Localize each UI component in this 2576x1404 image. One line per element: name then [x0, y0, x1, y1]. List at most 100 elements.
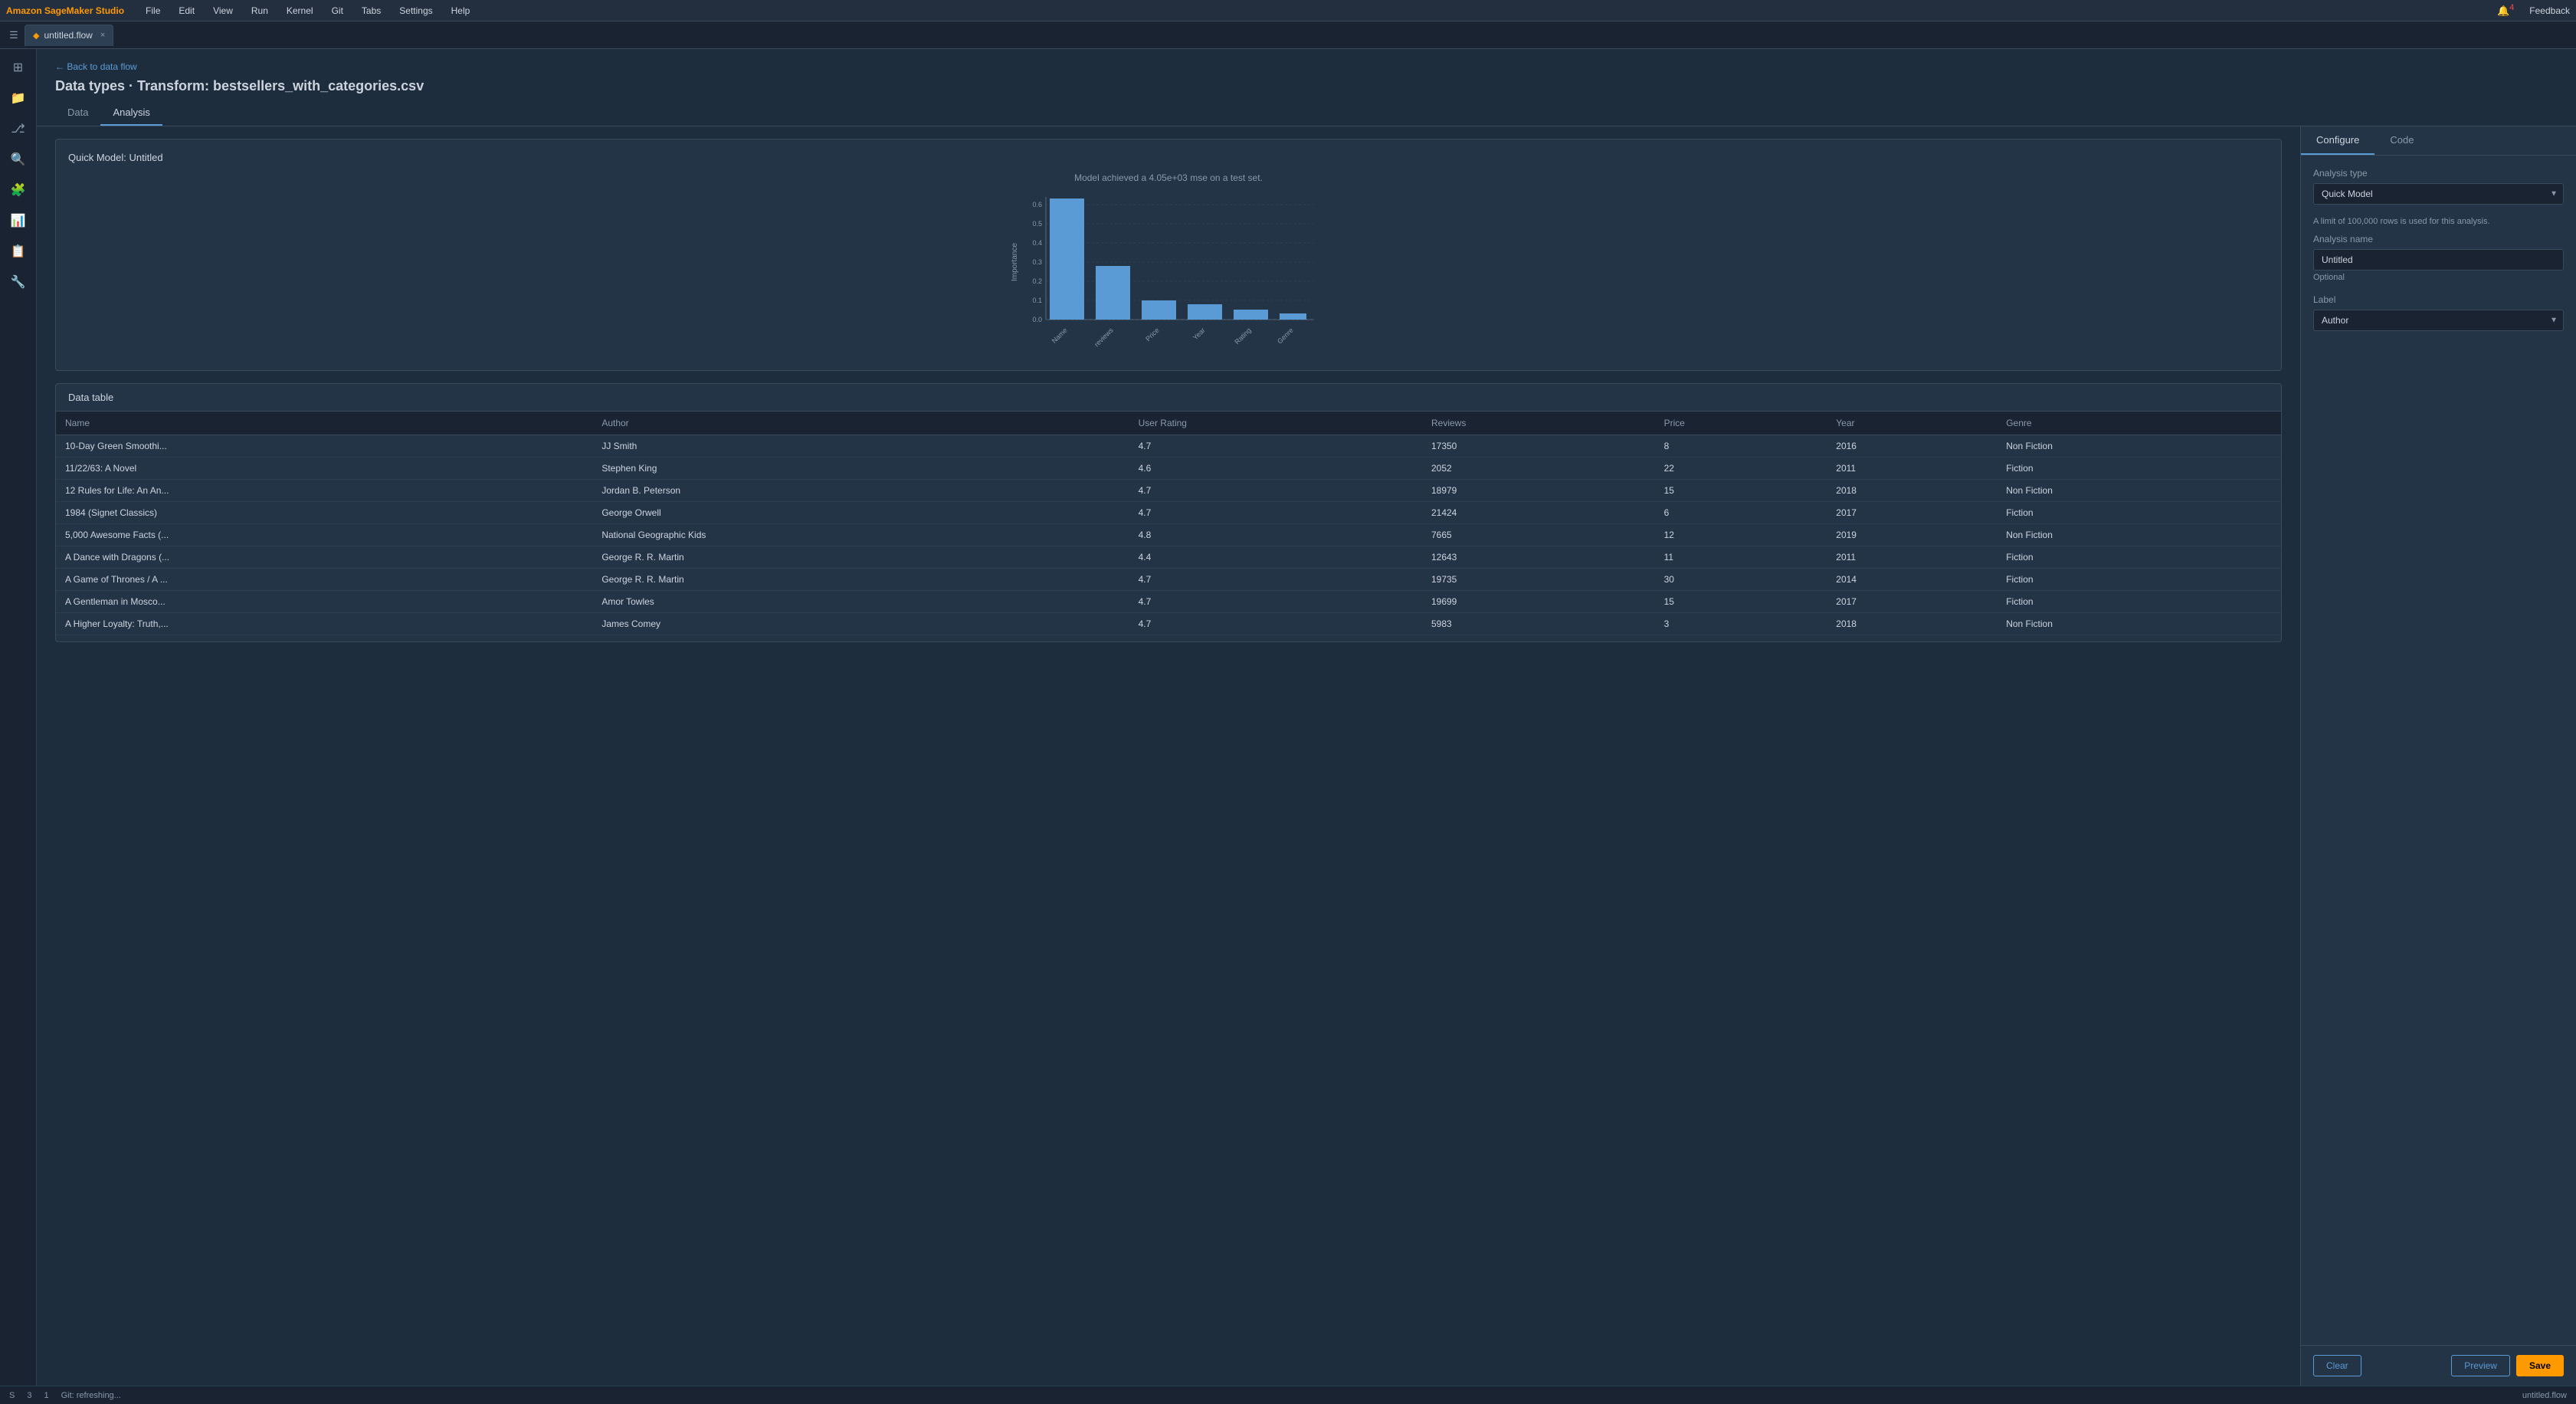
col-author: Author: [592, 412, 1129, 435]
bar-genre: [1280, 313, 1306, 320]
bar-name: [1050, 198, 1084, 320]
table-cell: 2017: [1827, 502, 1997, 524]
sidebar-icon-wrench[interactable]: 🔧: [6, 270, 31, 294]
menu-git[interactable]: Git: [329, 4, 346, 18]
table-cell: Fiction: [1997, 458, 2281, 480]
page-title: Data types · Transform: bestsellers_with…: [55, 78, 2558, 94]
table-row: A Dance with Dragons (...George R. R. Ma…: [56, 546, 2281, 569]
tab-analysis[interactable]: Analysis: [100, 100, 162, 126]
tab-close-button[interactable]: ×: [100, 31, 105, 40]
back-to-dataflow-link[interactable]: ← Back to data flow: [55, 61, 2558, 72]
table-cell: 7665: [1422, 524, 1655, 546]
sidebar-icon-graph[interactable]: 📊: [6, 208, 31, 233]
analysis-name-input[interactable]: [2313, 249, 2564, 271]
right-panel-body: Analysis type Quick ModelTarget LeakageM…: [2301, 156, 2576, 1345]
table-row: 1984 (Signet Classics)George Orwell4.721…: [56, 502, 2281, 524]
right-tab-configure[interactable]: Configure: [2301, 126, 2374, 155]
menu-view[interactable]: View: [210, 4, 236, 18]
sidebar-icon-files[interactable]: 📁: [6, 86, 31, 110]
table-cell: Fiction: [1997, 635, 2281, 642]
sidebar-icon-home[interactable]: ⊞: [6, 55, 31, 80]
chart-container: Importance 0.0 0.1 0.2 0.3 0.4 0.5 0.6: [68, 189, 2269, 358]
menu-kernel[interactable]: Kernel: [283, 4, 316, 18]
data-table-scroll[interactable]: Name Author User Rating Reviews Price Ye…: [56, 412, 2281, 641]
table-row: A Man Called Ove: A No...Fredrik Backman…: [56, 635, 2281, 642]
table-cell: Non Fiction: [1997, 613, 2281, 635]
svg-text:reviews: reviews: [1093, 326, 1115, 348]
menu-help[interactable]: Help: [448, 4, 474, 18]
menu-edit[interactable]: Edit: [175, 4, 198, 18]
menu-file[interactable]: File: [143, 4, 163, 18]
status-number: 3: [27, 1391, 31, 1400]
sidebar-icon-extensions[interactable]: 🧩: [6, 178, 31, 202]
table-cell: 4.6: [1129, 635, 1422, 642]
save-button[interactable]: Save: [2516, 1355, 2564, 1376]
chart-subtitle: Model achieved a 4.05e+03 mse on a test …: [68, 172, 2269, 183]
table-cell: Stephen King: [592, 458, 1129, 480]
table-cell: 30: [1655, 569, 1827, 591]
clear-button[interactable]: Clear: [2313, 1355, 2361, 1376]
table-cell: 4.7: [1129, 480, 1422, 502]
table-cell: 2011: [1827, 458, 1997, 480]
table-cell: 8: [1655, 435, 1827, 458]
label-group: Label AuthorNameUser RatingReviewsPriceY…: [2313, 294, 2564, 331]
bar-rating: [1234, 310, 1268, 320]
table-cell: 19699: [1422, 591, 1655, 613]
table-cell: Fredrik Backman: [592, 635, 1129, 642]
menu-settings[interactable]: Settings: [396, 4, 435, 18]
table-cell: 2017: [1827, 591, 1997, 613]
sidebar-icon-catalog[interactable]: 📋: [6, 239, 31, 264]
git-status: Git: refreshing...: [61, 1391, 121, 1400]
table-cell: 2052: [1422, 458, 1655, 480]
table-cell: 2018: [1827, 613, 1997, 635]
sidebar-toggle-button[interactable]: ☰: [3, 25, 25, 46]
menu-run[interactable]: Run: [248, 4, 271, 18]
label-select-wrapper: AuthorNameUser RatingReviewsPriceYearGen…: [2313, 310, 2564, 331]
table-cell: 4.6: [1129, 458, 1422, 480]
flow-icon: ◆: [33, 31, 39, 41]
table-row: A Gentleman in Mosco...Amor Towles4.7196…: [56, 591, 2281, 613]
tab-data[interactable]: Data: [55, 100, 100, 126]
table-cell: Fiction: [1997, 546, 2281, 569]
table-cell: 4.4: [1129, 546, 1422, 569]
table-cell: 11: [1655, 546, 1827, 569]
menu-tabs[interactable]: Tabs: [359, 4, 384, 18]
table-cell: A Game of Thrones / A ...: [56, 569, 592, 591]
right-tab-code[interactable]: Code: [2374, 126, 2429, 155]
notification-bell-icon[interactable]: 🔔4: [2497, 3, 2514, 17]
bar-reviews: [1096, 266, 1130, 320]
data-table-title: Data table: [56, 384, 2281, 412]
analysis-name-group: Analysis name Optional: [2313, 234, 2564, 282]
col-price: Price: [1655, 412, 1827, 435]
label-select[interactable]: AuthorNameUser RatingReviewsPriceYearGen…: [2313, 310, 2564, 331]
table-cell: 2018: [1827, 480, 1997, 502]
svg-text:0.5: 0.5: [1032, 220, 1042, 228]
main-layout: ⊞ 📁 ⎇ 🔍 🧩 📊 📋 🔧 ← Back to data flow Data…: [0, 49, 2576, 1386]
svg-text:Price: Price: [1144, 326, 1161, 343]
feedback-link[interactable]: Feedback: [2529, 5, 2570, 16]
table-row: 10-Day Green Smoothi...JJ Smith4.7173508…: [56, 435, 2281, 458]
analysis-type-select[interactable]: Quick ModelTarget LeakageMulticollineari…: [2313, 183, 2564, 205]
data-table-section: Data table Name Author User Rating Revie…: [55, 383, 2282, 642]
tab-untitled-flow[interactable]: ◆ untitled.flow ×: [25, 25, 113, 46]
sidebar-icon-git[interactable]: ⎇: [6, 116, 31, 141]
col-user-rating: User Rating: [1129, 412, 1422, 435]
table-cell: 4.7: [1129, 569, 1422, 591]
sidebar-icon-search[interactable]: 🔍: [6, 147, 31, 172]
table-cell: Fiction: [1997, 502, 2281, 524]
table-cell: Fiction: [1997, 591, 2281, 613]
svg-text:Rating: Rating: [1233, 326, 1252, 346]
page-header: ← Back to data flow Data types · Transfo…: [37, 49, 2576, 100]
label-label: Label: [2313, 294, 2564, 305]
status-bar: S 3 1 Git: refreshing... untitled.flow: [0, 1386, 2576, 1404]
table-cell: Non Fiction: [1997, 524, 2281, 546]
app-name: Amazon SageMaker Studio: [6, 5, 124, 16]
table-cell: James Comey: [592, 613, 1129, 635]
svg-text:Importance: Importance: [1011, 243, 1019, 281]
table-row: 12 Rules for Life: An An...Jordan B. Pet…: [56, 480, 2281, 502]
col-genre: Genre: [1997, 412, 2281, 435]
svg-text:0.0: 0.0: [1032, 316, 1042, 323]
tab-label: untitled.flow: [44, 30, 92, 41]
preview-button[interactable]: Preview: [2451, 1355, 2510, 1376]
table-row: A Game of Thrones / A ...George R. R. Ma…: [56, 569, 2281, 591]
